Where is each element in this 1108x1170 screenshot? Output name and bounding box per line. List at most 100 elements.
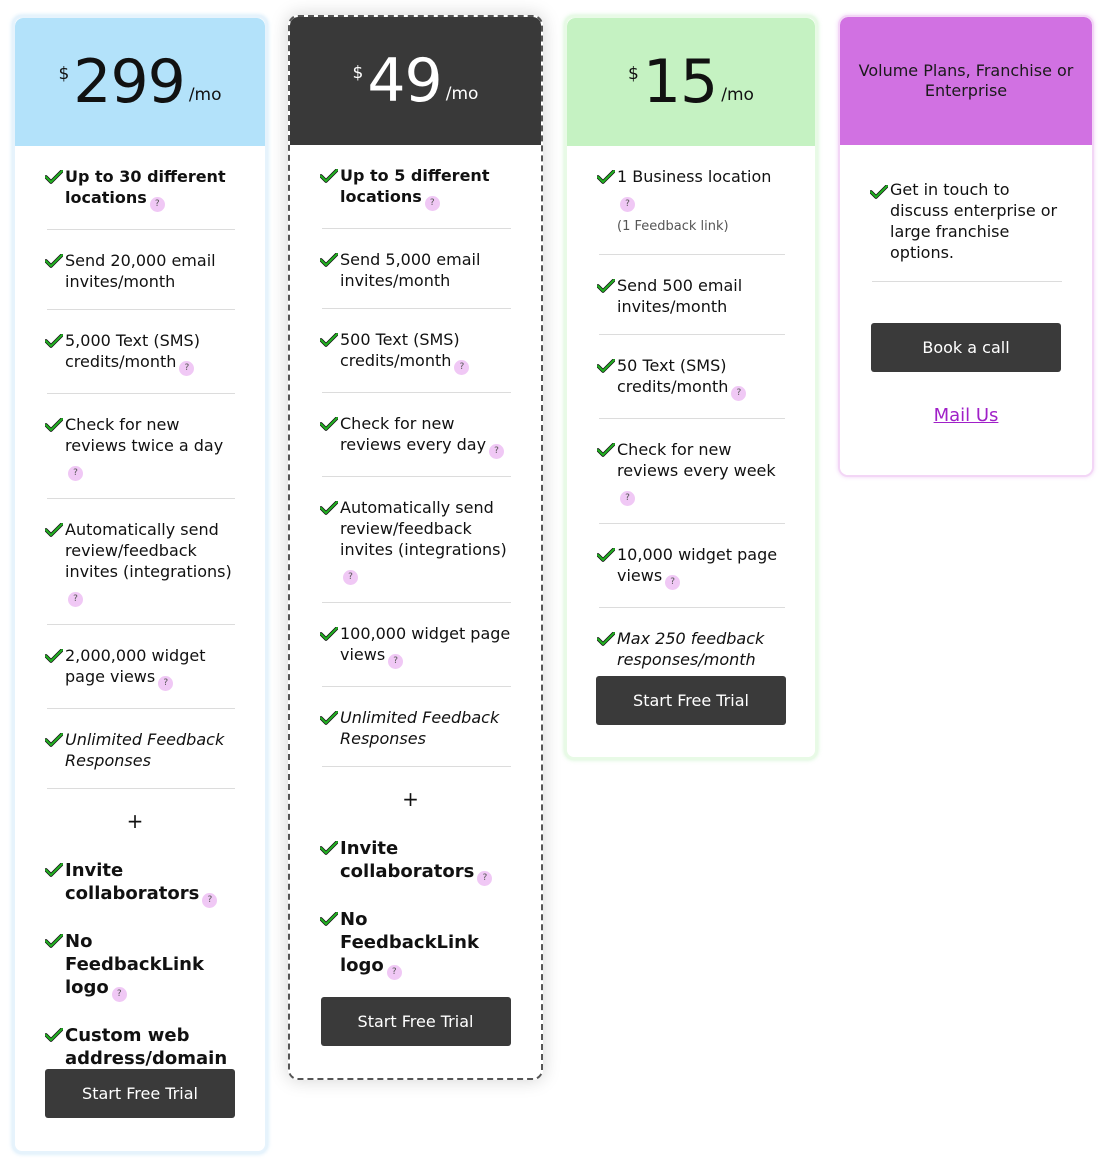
feature-item: Automatically send review/feedback invit… bbox=[320, 477, 511, 603]
check-icon bbox=[597, 632, 615, 646]
feature-text: Unlimited Feedback Responses bbox=[340, 708, 499, 748]
help-icon[interactable]: ? bbox=[386, 965, 402, 980]
help-icon[interactable]: ? bbox=[202, 893, 218, 908]
check-icon bbox=[45, 254, 63, 268]
feature-label: Check for new reviews every week bbox=[617, 440, 776, 480]
check-icon bbox=[45, 418, 63, 432]
price-amount: 299 bbox=[73, 47, 186, 117]
feature-subtext: (1 Feedback link) bbox=[617, 219, 729, 234]
enterprise-title: Volume Plans, Franchise or Enterprise bbox=[858, 61, 1074, 100]
help-icon[interactable]: ? bbox=[424, 196, 440, 211]
check-icon bbox=[45, 334, 63, 348]
extra-feature-label: Invite collaborators bbox=[65, 860, 200, 904]
mail-us-link[interactable]: Mail Us bbox=[840, 405, 1092, 426]
check-icon bbox=[320, 711, 338, 725]
help-icon[interactable]: ? bbox=[620, 197, 635, 212]
plan-card-49: $ 49 /mo Up to 5 different locations? Sen… bbox=[288, 15, 543, 1080]
feature-label: 2,000,000 widget page views bbox=[65, 646, 206, 686]
feature-text: Send 500 email invites/month bbox=[617, 276, 742, 316]
feature-item: 10,000 widget page views? bbox=[597, 524, 785, 608]
feature-text: Automatically send review/feedback invit… bbox=[65, 520, 232, 607]
feature-text: Automatically send review/feedback invit… bbox=[340, 498, 507, 585]
help-icon[interactable]: ? bbox=[489, 444, 505, 459]
help-icon[interactable]: ? bbox=[665, 575, 681, 590]
feature-text: Up to 30 different locations? bbox=[65, 167, 226, 212]
feature-item: Get in touch to discuss enterprise or la… bbox=[870, 145, 1062, 282]
price-amount: 49 bbox=[367, 46, 442, 116]
help-icon[interactable]: ? bbox=[454, 360, 470, 375]
feature-label: Check for new reviews every day bbox=[340, 414, 487, 454]
feature-text: Max 250 feedback responses/month bbox=[617, 629, 764, 669]
help-icon[interactable]: ? bbox=[68, 466, 83, 481]
feature-list: Up to 5 different locations? Send 5,000 e… bbox=[290, 145, 541, 990]
feature-text: Check for new reviews every week? bbox=[617, 440, 776, 506]
feature-text: Get in touch to discuss enterprise or la… bbox=[890, 180, 1058, 262]
extra-feature-item: Invite collaborators? bbox=[45, 847, 235, 918]
plus-separator: + bbox=[402, 787, 419, 811]
plan-card-15: $ 15 /mo 1 Business location? (1 Feedback… bbox=[564, 15, 818, 760]
feature-text: 100,000 widget page views? bbox=[340, 624, 511, 669]
help-icon[interactable]: ? bbox=[179, 361, 195, 376]
feature-item: Check for new reviews every day? bbox=[320, 393, 511, 477]
start-free-trial-button[interactable]: Start Free Trial bbox=[45, 1069, 235, 1118]
price: $ 15 /mo bbox=[628, 52, 754, 112]
feature-item: Automatically send review/feedback invit… bbox=[45, 499, 235, 625]
check-icon bbox=[320, 912, 338, 926]
feature-label: Send 500 email invites/month bbox=[617, 276, 743, 316]
feature-label: Automatically send review/feedback invit… bbox=[340, 498, 507, 559]
check-icon bbox=[45, 649, 63, 663]
feature-text: 2,000,000 widget page views? bbox=[65, 646, 206, 691]
check-icon bbox=[597, 170, 615, 184]
help-icon[interactable]: ? bbox=[731, 386, 747, 401]
price-currency: $ bbox=[352, 63, 364, 83]
extra-feature-label: No FeedbackLink logo bbox=[340, 909, 479, 976]
extra-feature-label: Invite collaborators bbox=[340, 838, 475, 882]
start-free-trial-button[interactable]: Start Free Trial bbox=[596, 676, 786, 725]
check-icon bbox=[597, 443, 615, 457]
book-a-call-button[interactable]: Book a call bbox=[871, 323, 1061, 372]
feature-text: 5,000 Text (SMS) credits/month? bbox=[65, 331, 200, 376]
feature-label: 1 Business location bbox=[617, 167, 772, 186]
price-amount: 15 bbox=[642, 47, 718, 117]
help-icon[interactable]: ? bbox=[477, 871, 493, 886]
feature-label: Send 20,000 email invites/month bbox=[65, 251, 216, 291]
help-icon[interactable]: ? bbox=[149, 197, 165, 212]
feature-item: 100,000 widget page views? bbox=[320, 603, 511, 687]
check-icon bbox=[45, 523, 63, 537]
help-icon[interactable]: ? bbox=[343, 570, 358, 585]
feature-label: Check for new reviews twice a day bbox=[65, 415, 224, 455]
feature-item: Check for new reviews every week? bbox=[597, 419, 785, 524]
feature-label: 50 Text (SMS) credits/month bbox=[617, 356, 729, 396]
feature-item: Up to 5 different locations? bbox=[320, 145, 511, 229]
check-icon bbox=[320, 253, 338, 267]
feature-label: Automatically send review/feedback invit… bbox=[65, 520, 232, 581]
feature-text: 10,000 widget page views? bbox=[617, 545, 777, 590]
extra-feature-item: No FeedbackLink logo? bbox=[320, 896, 511, 990]
feature-text: Check for new reviews every day? bbox=[340, 414, 505, 459]
check-icon bbox=[320, 333, 338, 347]
feature-item: 500 Text (SMS) credits/month? bbox=[320, 309, 511, 393]
price-period: /mo bbox=[721, 85, 754, 105]
feature-item: 2,000,000 widget page views? bbox=[45, 625, 235, 709]
help-icon[interactable]: ? bbox=[388, 654, 404, 669]
help-icon[interactable]: ? bbox=[158, 676, 174, 691]
check-icon bbox=[45, 733, 63, 747]
feature-label: Max 250 feedback responses/month bbox=[617, 629, 765, 669]
check-icon bbox=[597, 359, 615, 373]
feature-label: Up to 30 different locations bbox=[65, 167, 226, 207]
check-icon bbox=[870, 185, 888, 199]
help-icon[interactable]: ? bbox=[111, 987, 127, 1002]
plan-header: $ 49 /mo bbox=[290, 17, 541, 145]
feature-item: Send 5,000 email invites/month bbox=[320, 229, 511, 309]
feature-item: Unlimited Feedback Responses bbox=[45, 709, 235, 789]
feature-label: 500 Text (SMS) credits/month bbox=[340, 330, 460, 370]
plan-card-enterprise: Volume Plans, Franchise or Enterprise Ge… bbox=[838, 15, 1094, 477]
feature-text: Unlimited Feedback Responses bbox=[65, 730, 224, 770]
check-icon bbox=[597, 279, 615, 293]
check-icon bbox=[320, 417, 338, 431]
help-icon[interactable]: ? bbox=[68, 592, 83, 607]
help-icon[interactable]: ? bbox=[620, 491, 635, 506]
feature-label: Unlimited Feedback Responses bbox=[65, 730, 225, 770]
feature-label: 100,000 widget page views bbox=[340, 624, 511, 664]
start-free-trial-button[interactable]: Start Free Trial bbox=[320, 997, 511, 1046]
